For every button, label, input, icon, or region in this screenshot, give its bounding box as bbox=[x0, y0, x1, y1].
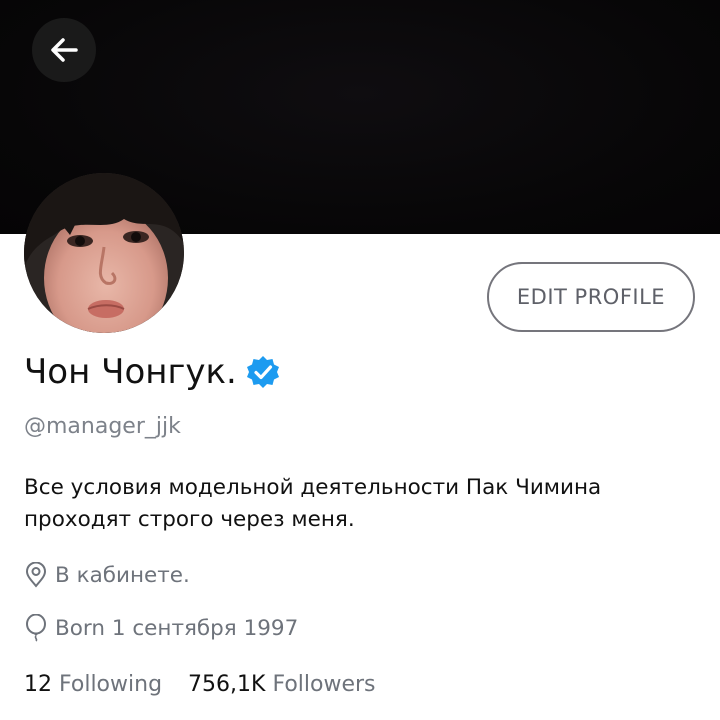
profile-birthday: Born 1 сентября 1997 bbox=[24, 614, 298, 642]
profile-stats: 12 Following 756,1K Followers bbox=[24, 672, 402, 697]
profile-handle: @manager_jjk bbox=[24, 414, 181, 439]
profile-name-row: Чон Чонгук. bbox=[24, 352, 281, 392]
following-label: Following bbox=[59, 672, 163, 697]
verified-badge-icon bbox=[246, 356, 279, 388]
birthday-text: Born 1 сентября 1997 bbox=[55, 615, 299, 641]
following-count: 12 bbox=[24, 672, 52, 697]
profile-location: В кабинете. bbox=[24, 562, 190, 588]
location-text: В кабинете. bbox=[55, 562, 190, 588]
edit-profile-button[interactable]: EDIT PROFILE bbox=[487, 262, 695, 332]
followers-label: Followers bbox=[272, 672, 376, 697]
following-link[interactable]: 12 Following bbox=[24, 672, 162, 697]
avatar[interactable] bbox=[24, 173, 184, 333]
followers-link[interactable]: 756,1K Followers bbox=[188, 672, 375, 697]
avatar-photo bbox=[24, 173, 184, 333]
location-pin-icon bbox=[25, 562, 47, 588]
balloon-icon bbox=[26, 614, 46, 642]
back-button[interactable] bbox=[32, 18, 96, 82]
followers-count: 756,1K bbox=[188, 672, 266, 697]
arrow-left-icon bbox=[51, 38, 78, 62]
profile-name: Чон Чонгук. bbox=[24, 352, 237, 392]
profile-bio: Все условия модельной деятельности Пак Ч… bbox=[24, 475, 602, 532]
